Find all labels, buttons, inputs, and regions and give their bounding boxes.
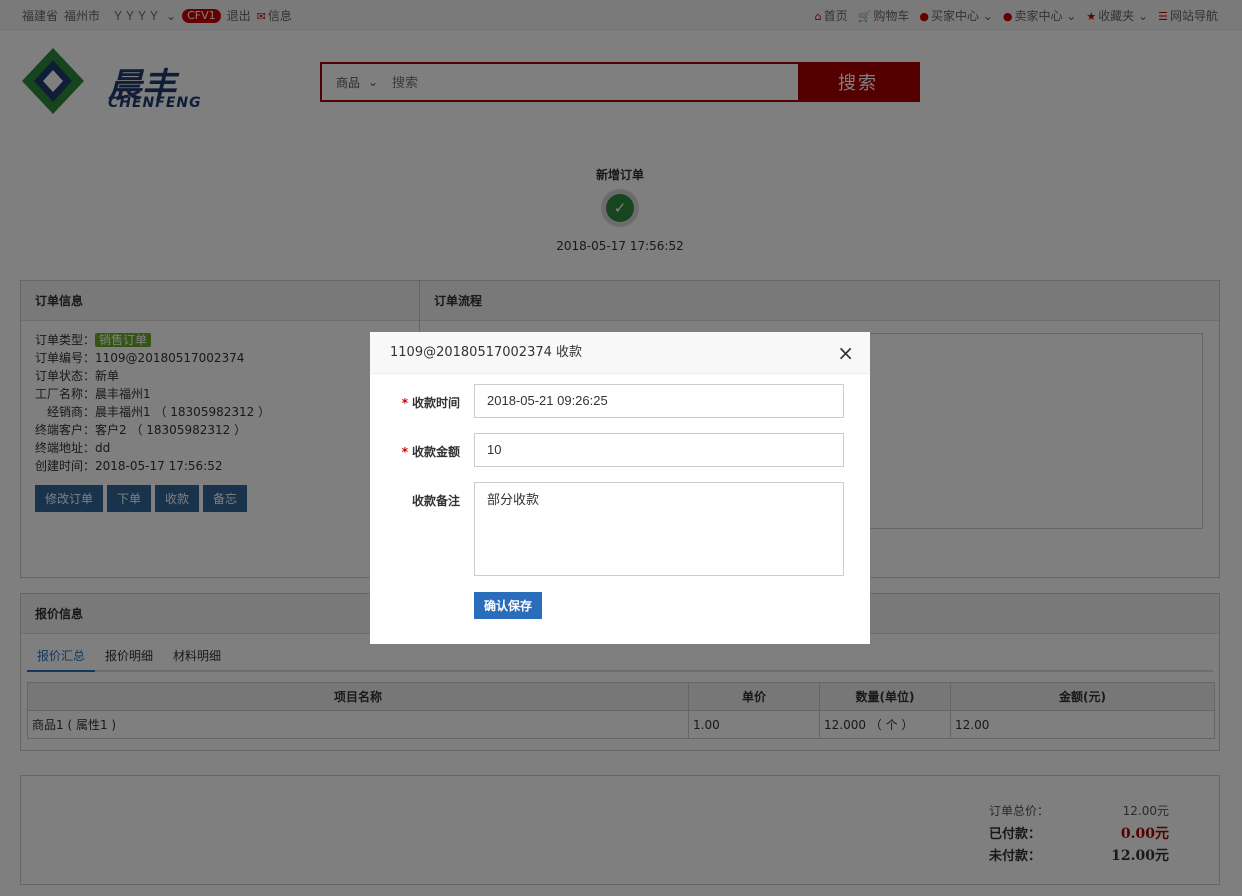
payment-modal: 1109@20180517002374 收款 × * 收款时间 2018-05-2… [370, 332, 870, 644]
payment-amount-label: * 收款金额 [401, 445, 460, 459]
payment-note-input[interactable]: 部分收款 [474, 482, 844, 576]
payment-time-label: * 收款时间 [401, 396, 460, 410]
confirm-save-button[interactable]: 确认保存 [474, 592, 543, 619]
payment-time-input[interactable]: 2018-05-21 09:26:25 [474, 384, 844, 418]
payment-amount-input[interactable]: 10 [474, 433, 844, 467]
payment-note-label: 收款备注 [411, 494, 460, 508]
close-icon[interactable]: × [837, 332, 854, 374]
modal-title: 1109@20180517002374 收款 [390, 345, 583, 360]
